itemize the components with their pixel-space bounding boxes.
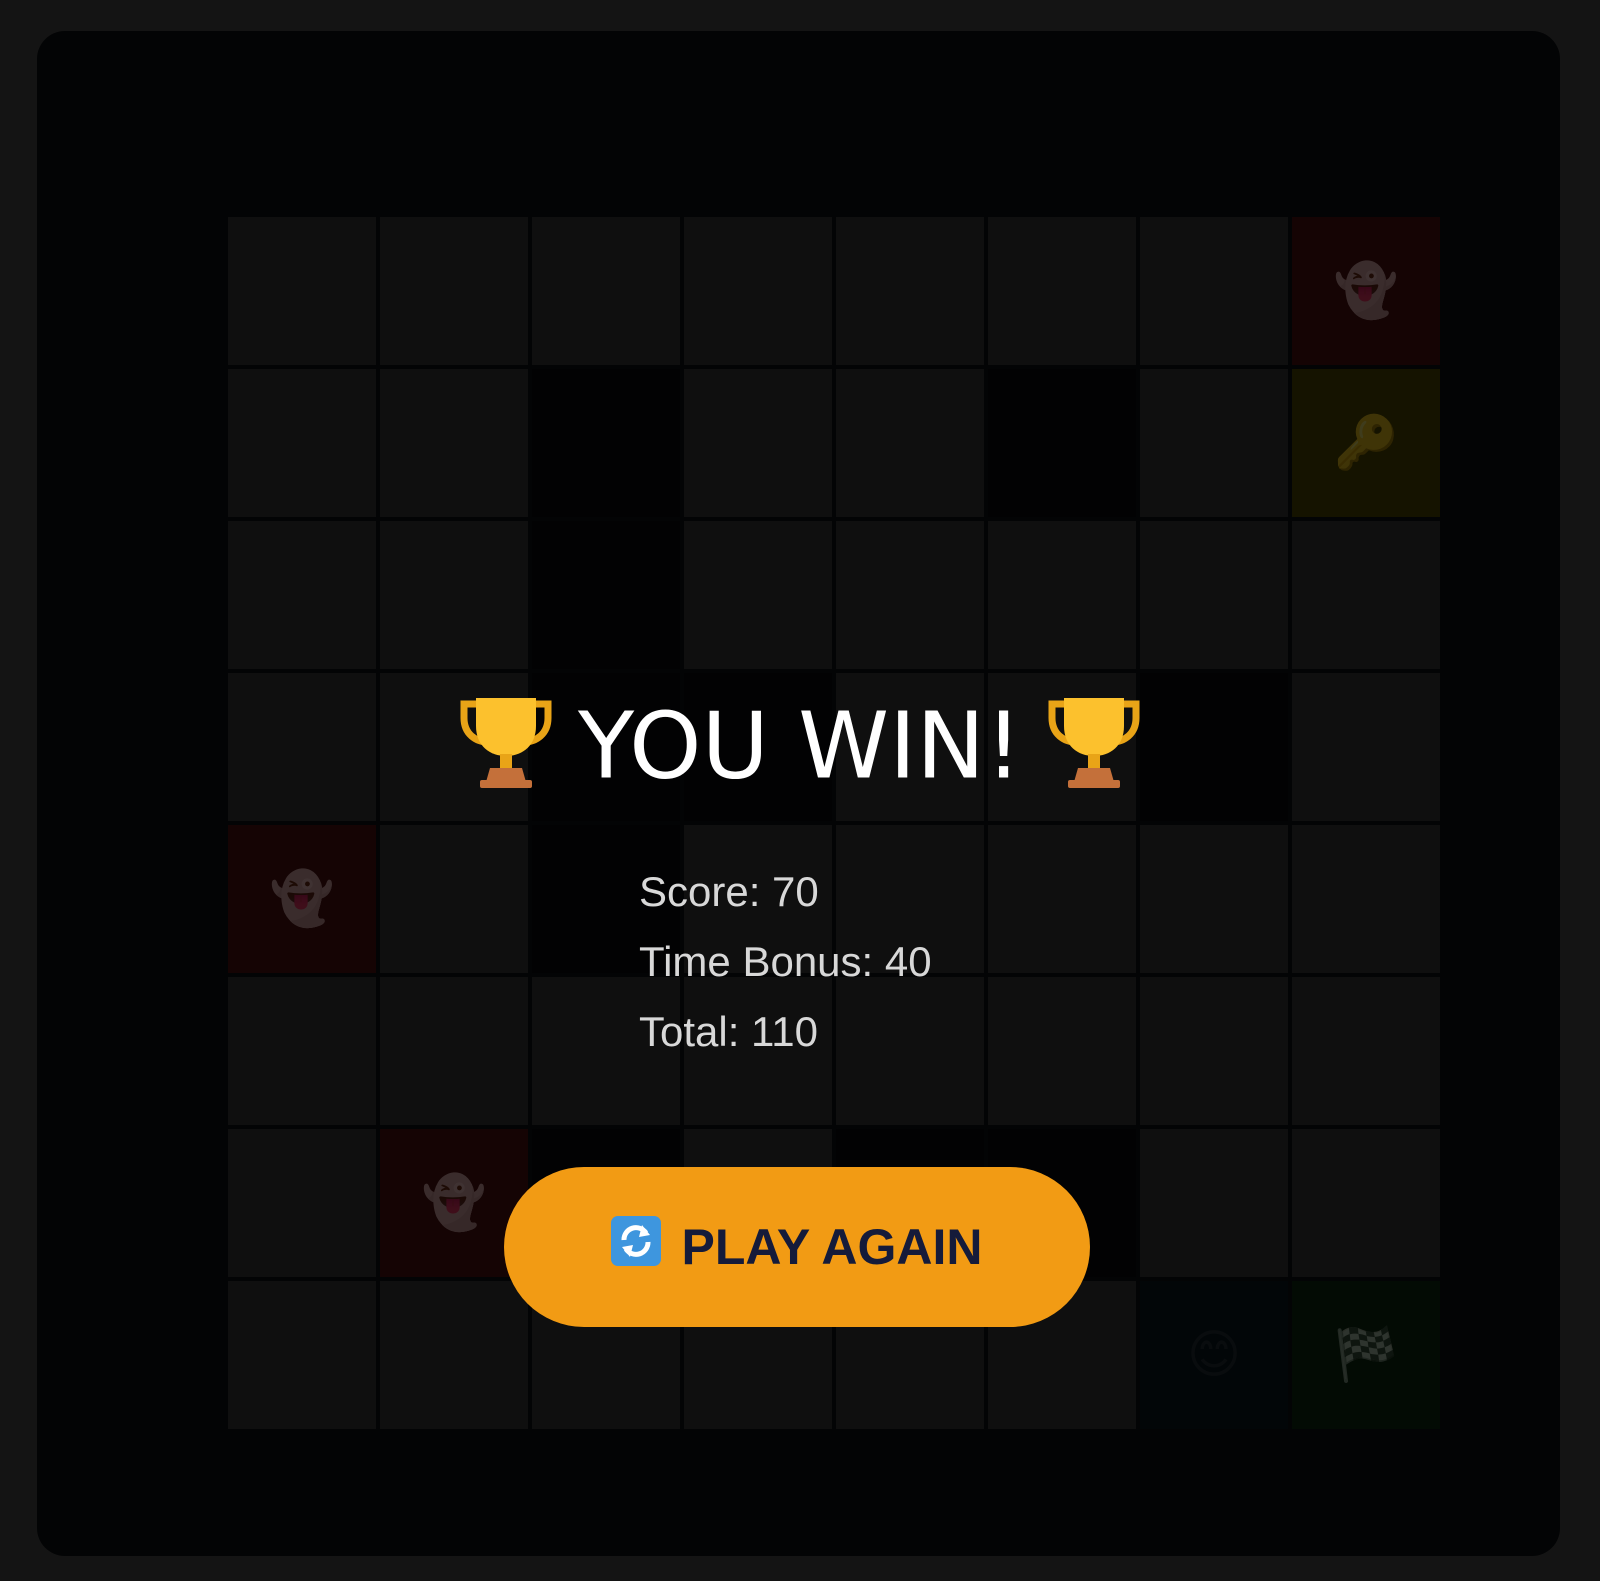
score-summary: Score: 70 Time Bonus: 40 Total: 110 (639, 862, 932, 1072)
play-again-button[interactable]: PLAY AGAIN (504, 1167, 1090, 1327)
play-again-label: PLAY AGAIN (681, 1219, 983, 1275)
win-title: YOU WIN! (0, 690, 1600, 814)
trophy-icon (456, 690, 556, 814)
win-overlay: YOU WIN! Score: 70 Time Bonus: 40 Total:… (0, 0, 1600, 1581)
time-bonus-value: Time Bonus: 40 (639, 938, 932, 985)
trophy-icon (1044, 690, 1144, 814)
refresh-icon (611, 1216, 662, 1278)
win-title-text: YOU WIN! (578, 692, 1022, 800)
total-value: Total: 110 (639, 1008, 819, 1055)
score-value: Score: 70 (639, 868, 819, 915)
